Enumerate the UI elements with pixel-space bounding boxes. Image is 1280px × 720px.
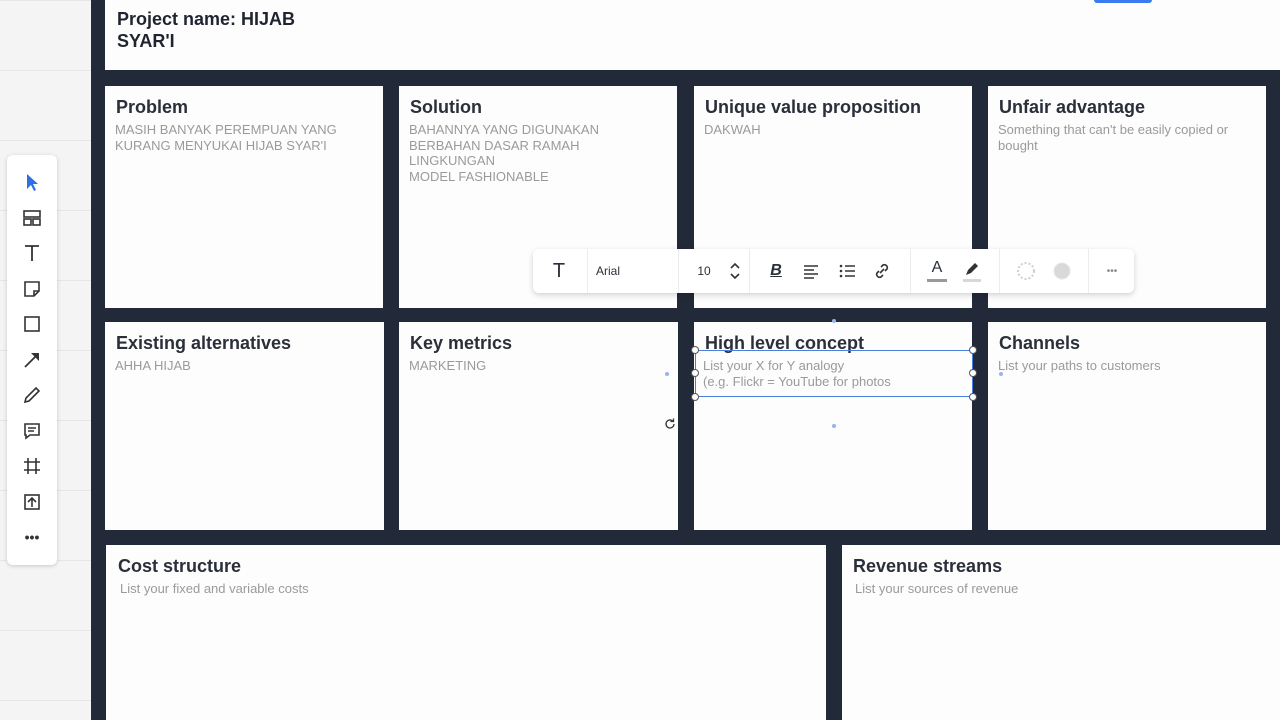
project-title-line1: Project name: HIJAB [117, 9, 296, 29]
card-title: Key metrics [410, 333, 513, 353]
connector-point-top[interactable] [832, 319, 836, 323]
key-metrics-card[interactable]: Key metrics MARKETING [399, 322, 678, 530]
text-style-icon[interactable]: T [549, 259, 569, 283]
connector-point-bottom[interactable] [832, 424, 836, 428]
upload-icon[interactable] [20, 490, 44, 514]
problem-card[interactable]: Problem MASIH BANYAK PEREMPUAN YANG KURA… [105, 86, 383, 308]
card-body[interactable]: DAKWAH [704, 122, 962, 138]
templates-icon[interactable] [20, 206, 44, 230]
card-title: Channels [999, 333, 1081, 353]
more-tools-icon[interactable]: ••• [20, 525, 44, 549]
revenue-streams-card[interactable]: Revenue streams List your sources of rev… [842, 545, 1280, 720]
arrow-icon[interactable] [20, 348, 44, 372]
resize-handle-top-left[interactable] [691, 346, 699, 354]
pen-icon[interactable] [20, 383, 44, 407]
connector-point-left[interactable] [665, 372, 669, 376]
border-style-icon[interactable] [1016, 259, 1036, 283]
text-color-swatch [927, 279, 947, 282]
project-title-line2: SYAR'I [117, 31, 175, 51]
sticky-note-icon[interactable] [20, 277, 44, 301]
text-color-label: A [931, 259, 943, 276]
card-body[interactable]: BAHANNYA YANG DIGUNAKAN BERBAHAN DASAR R… [409, 122, 667, 184]
resize-handle-bottom-left[interactable] [691, 393, 699, 401]
divider [749, 249, 750, 293]
shape-icon[interactable] [20, 312, 44, 336]
card-body[interactable]: Something that can't be easily copied or… [998, 122, 1256, 153]
card-title: Existing alternatives [116, 333, 292, 353]
text-format-toolbar: T Arial 10 B A ••• [533, 249, 1134, 293]
highlight-swatch [963, 278, 981, 282]
resize-handle-top-right[interactable] [969, 346, 977, 354]
fill-color-icon[interactable] [1052, 259, 1072, 283]
font-size-stepper-icon[interactable] [728, 259, 742, 283]
bold-icon[interactable]: B [766, 259, 786, 283]
link-icon[interactable] [872, 259, 892, 283]
card-body[interactable]: MASIH BANYAK PEREMPUAN YANG KURANG MENYU… [115, 122, 373, 153]
font-size-input[interactable]: 10 [693, 259, 715, 283]
align-left-icon[interactable] [801, 259, 821, 283]
resize-handle-bottom-right[interactable] [969, 393, 977, 401]
select-icon[interactable] [20, 170, 44, 194]
resize-handle-right[interactable] [969, 369, 977, 377]
highlight-icon[interactable] [962, 259, 982, 283]
project-title[interactable]: Project name: HIJAB SYAR'I [117, 8, 357, 52]
card-title: Unfair advantage [999, 97, 1146, 117]
divider [1088, 249, 1089, 293]
top-blue-button[interactable] [1094, 0, 1152, 3]
comment-icon[interactable] [20, 419, 44, 443]
left-toolbar: ••• [7, 155, 57, 565]
card-title: Unique value proposition [705, 97, 922, 117]
card-body[interactable]: MARKETING [409, 358, 668, 374]
text-icon[interactable] [20, 241, 44, 265]
divider [910, 249, 911, 293]
bullet-list-icon[interactable] [837, 259, 857, 283]
connector-point-right[interactable] [999, 372, 1003, 376]
selection-box[interactable] [695, 350, 973, 397]
card-body[interactable]: List your sources of revenue [855, 581, 1270, 597]
divider [678, 249, 679, 293]
text-color-icon[interactable]: A [926, 259, 948, 283]
channels-card[interactable]: Channels List your paths to customers [988, 322, 1266, 530]
card-title: Solution [410, 97, 482, 117]
font-family-select[interactable]: Arial [596, 259, 676, 283]
more-options-icon[interactable]: ••• [1101, 259, 1123, 283]
card-title: Revenue streams [853, 556, 1003, 576]
existing-alternatives-card[interactable]: Existing alternatives AHHA HIJAB [105, 322, 384, 530]
divider [587, 249, 588, 293]
cost-structure-card[interactable]: Cost structure List your fixed and varia… [106, 545, 826, 720]
card-body[interactable]: List your fixed and variable costs [120, 581, 816, 597]
rotate-handle-icon[interactable] [662, 416, 678, 432]
card-title: Cost structure [118, 556, 242, 576]
divider [999, 249, 1000, 293]
frame-icon[interactable] [20, 454, 44, 478]
resize-handle-left[interactable] [691, 369, 699, 377]
card-body[interactable]: AHHA HIJAB [115, 358, 374, 374]
card-title: Problem [116, 97, 189, 117]
card-body[interactable]: List your paths to customers [998, 358, 1256, 374]
